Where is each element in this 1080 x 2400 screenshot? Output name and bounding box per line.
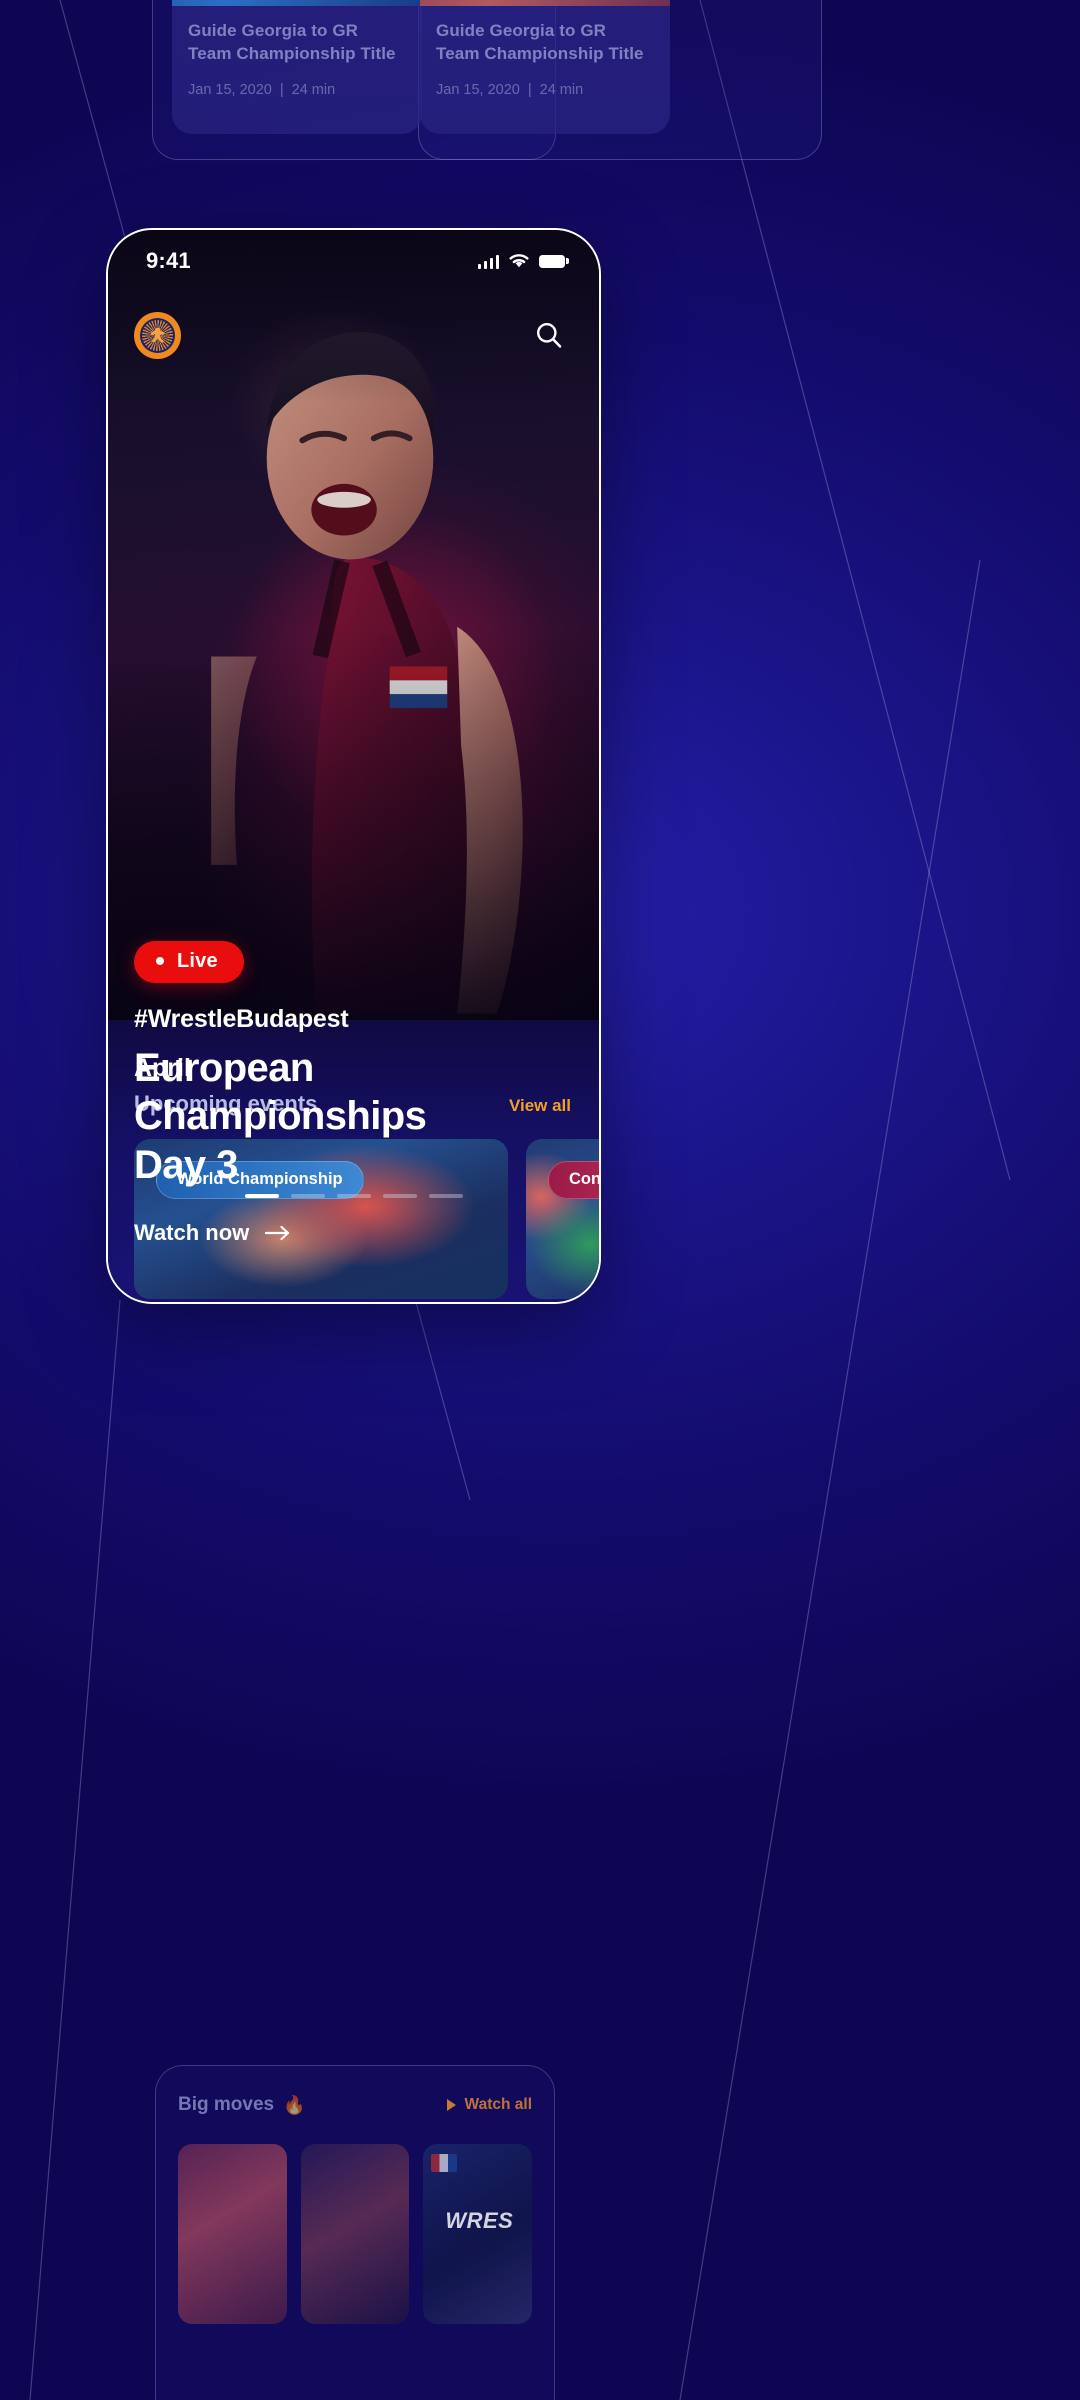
battery-full-icon <box>539 254 569 268</box>
status-bar: 9:41 <box>108 230 599 292</box>
cellular-signal-icon <box>477 254 499 269</box>
background-card-duration-1: 24 min <box>291 81 336 98</box>
background-card-separator-2: | <box>527 81 532 98</box>
background-card-separator-1: | <box>279 81 284 98</box>
pagination-dash-3[interactable] <box>336 1194 371 1198</box>
big-moves-header: Big moves 🔥 Watch all <box>178 2094 532 2116</box>
uww-wrestling-logo[interactable] <box>134 311 181 359</box>
wifi-icon <box>509 254 529 268</box>
watch-all-button[interactable]: Watch all <box>446 2096 532 2114</box>
background-card-title-1: Guide Georgia to GR Team Championship Ti… <box>188 21 396 63</box>
status-bar-time: 9:41 <box>146 248 191 273</box>
hero-title: European Championships Day 3 <box>134 1045 427 1188</box>
big-moves-title: Big moves <box>178 2094 275 2115</box>
big-moves-title-group: Big moves 🔥 <box>178 2094 306 2116</box>
page-backdrop: Guide Georgia to GR Team Championship Ti… <box>0 0 1080 2400</box>
pagination-dash-5[interactable] <box>428 1194 463 1198</box>
thumbnail-overlay-2 <box>300 2144 410 2324</box>
background-card-title-2: Guide Georgia to GR Team Championship Ti… <box>436 21 644 63</box>
big-moves-thumbnail-row <box>178 2144 533 2324</box>
arrow-right-icon <box>265 1225 290 1241</box>
hero-content: Live #WrestleBudapest European Champions… <box>108 940 599 1302</box>
live-label: Live <box>177 949 218 972</box>
background-article-card-1[interactable]: Guide Georgia to GR Team Championship Ti… <box>172 0 422 134</box>
big-moves-thumbnail-1[interactable] <box>178 2144 287 2324</box>
background-card-meta-2: Jan 15, 2020 | 24 min <box>436 82 654 98</box>
phone-screen: 9:41 Live #WrestleBudapest European Cham… <box>108 230 599 1302</box>
watch-now-label: Watch now <box>134 1220 250 1245</box>
background-card-date-1: Jan 15, 2020 <box>188 81 272 98</box>
phone-mockup: 9:41 Live #WrestleBudapest European Cham… <box>106 228 601 1304</box>
background-card-meta-1: Jan 15, 2020 | 24 min <box>188 82 406 98</box>
background-card-duration-2: 24 min <box>539 81 584 98</box>
pagination-dash-1[interactable] <box>244 1194 279 1198</box>
hero-hashtag: #WrestleBudapest <box>134 1004 349 1033</box>
big-moves-thumbnail-2[interactable] <box>300 2144 410 2324</box>
live-dot-icon <box>156 957 164 966</box>
fire-emoji-icon: 🔥 <box>283 2094 306 2115</box>
pagination-dash-4[interactable] <box>382 1194 417 1198</box>
pagination-dash-2[interactable] <box>290 1194 325 1198</box>
thumbnail-overlay-3 <box>423 2144 533 2324</box>
background-card-date-2: Jan 15, 2020 <box>436 81 520 98</box>
logo-inner-disc <box>140 317 175 353</box>
search-button[interactable] <box>527 313 571 357</box>
big-moves-panel: Big moves 🔥 Watch all <box>155 2065 555 2400</box>
big-moves-thumbnail-3[interactable] <box>423 2144 533 2324</box>
search-icon <box>536 322 562 348</box>
carousel-pagination[interactable] <box>108 1194 599 1198</box>
live-status-badge: Live <box>134 940 244 983</box>
watch-all-label: Watch all <box>464 2096 532 2113</box>
background-article-card-2[interactable]: Guide Georgia to GR Team Championship Ti… <box>420 0 670 134</box>
watch-now-button[interactable]: Watch now <box>134 1220 291 1246</box>
app-header <box>108 292 599 378</box>
status-bar-indicators <box>477 253 569 269</box>
play-triangle-icon <box>446 2099 456 2111</box>
thumbnail-overlay-1 <box>178 2144 287 2324</box>
